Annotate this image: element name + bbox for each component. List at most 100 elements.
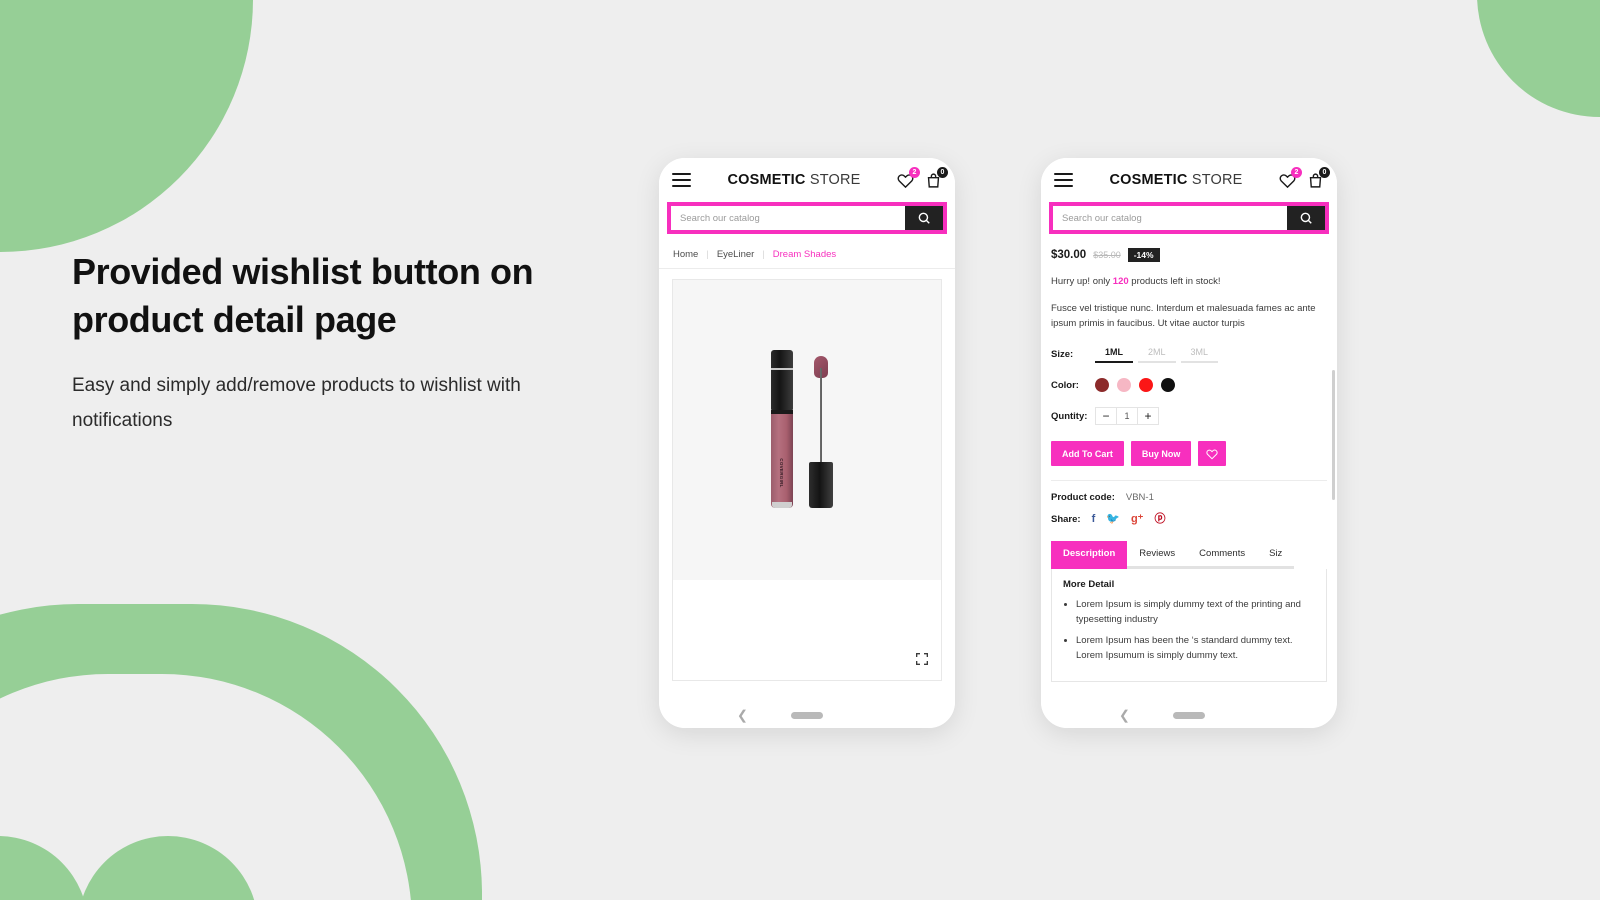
price-row: $30.00 $35.00 -14% [1051, 248, 1327, 262]
search-input[interactable] [671, 206, 905, 230]
panel-title: More Detail [1063, 579, 1115, 590]
phone2-search-area [1041, 202, 1337, 240]
facebook-icon[interactable]: f [1092, 514, 1096, 525]
page-title: Provided wishlist button on product deta… [72, 251, 534, 340]
back-icon[interactable]: ❮ [1119, 709, 1130, 722]
marketing-copy: Provided wishlist button on product deta… [72, 248, 592, 438]
size-option-1ml[interactable]: 1ML [1095, 346, 1133, 363]
product-tabs: Description Reviews Comments Siz [1051, 541, 1327, 569]
product-image[interactable]: COVERGIRL [673, 280, 941, 580]
social-links: f 🐦 g⁺ ⓟ [1092, 514, 1166, 525]
phone1-search-area [659, 202, 955, 240]
pinterest-icon[interactable]: ⓟ [1154, 514, 1165, 525]
cart-badge: 0 [1319, 166, 1330, 178]
decor-circle-top-right [1477, 0, 1600, 117]
phone1-header-icons: 2 0 [897, 166, 948, 189]
panel-bullet-list: Lorem Ipsum is simply dummy text of the … [1076, 597, 1315, 663]
color-selector: Color: [1051, 378, 1327, 392]
quantity-increment-button[interactable]: + [1138, 408, 1158, 424]
heart-icon [1206, 449, 1218, 459]
back-icon[interactable]: ❮ [737, 709, 748, 722]
size-option-2ml[interactable]: 2ML [1138, 346, 1176, 363]
color-swatch-black[interactable] [1161, 378, 1175, 392]
hamburger-icon[interactable] [1054, 173, 1073, 187]
screenshot-root: Provided wishlist button on product deta… [0, 0, 1600, 900]
breadcrumb-item-current: Dream Shades [772, 249, 837, 260]
heart-icon[interactable]: 2 [1279, 166, 1302, 189]
brand-logo[interactable]: COSMETIC STORE [1073, 172, 1279, 188]
phone1-app-header: COSMETIC STORE 2 0 [659, 158, 955, 202]
bag-icon[interactable]: 0 [925, 166, 948, 189]
wishlist-badge: 2 [909, 166, 920, 178]
brand-bold: COSMETIC [727, 172, 806, 188]
home-pill[interactable] [1173, 711, 1205, 719]
breadcrumb-item-eyeliner[interactable]: EyeLiner [717, 249, 755, 260]
share-label: Share: [1051, 514, 1081, 525]
lipstick-illustration: COVERGIRL [757, 340, 857, 520]
quantity-decrement-button[interactable]: − [1096, 408, 1116, 424]
quantity-selector: Quntity: − 1 + [1051, 407, 1327, 425]
size-label: Size: [1051, 349, 1074, 360]
breadcrumb-item-home[interactable]: Home [673, 249, 698, 260]
short-description: Fusce vel tristique nunc. Interdum et ma… [1051, 303, 1316, 329]
share-row: Share: f 🐦 g⁺ ⓟ [1051, 514, 1327, 526]
phone2-app-header: COSMETIC STORE 2 0 [1041, 158, 1337, 202]
product-code-value: VBN-1 [1125, 492, 1154, 503]
size-selector: Size: 1ML 2ML 3ML [1051, 346, 1327, 363]
decor-circle-top-left [0, 0, 253, 252]
phone2-system-nav: ❮ [1041, 702, 1337, 728]
stock-notice: Hurry up! only 120 products left in stoc… [1051, 276, 1327, 287]
brand-light: STORE [809, 172, 861, 188]
tab-panel-description: More Detail Lorem Ipsum is simply dummy … [1051, 569, 1327, 682]
add-to-wishlist-button[interactable] [1198, 441, 1227, 466]
add-to-cart-button[interactable]: Add To Cart [1051, 441, 1124, 466]
wishlist-badge: 2 [1291, 166, 1302, 178]
section-divider [1051, 480, 1327, 481]
list-item: Lorem Ipsum has been the ‘s standard dum… [1076, 633, 1315, 663]
stock-count: 120 [1112, 276, 1129, 287]
heart-icon[interactable]: 2 [897, 166, 920, 189]
search-button[interactable] [905, 206, 943, 230]
lipstick-brand-label: COVERGIRL [779, 458, 785, 488]
search-button[interactable] [1287, 206, 1325, 230]
product-code-label: Product code: [1051, 492, 1115, 503]
phone1-screen: COSMETIC STORE 2 0 Search our catalog Ho… [659, 158, 955, 702]
content-scrollbar[interactable] [1332, 370, 1335, 500]
price-original: $35.00 [1093, 250, 1121, 260]
expand-icon[interactable] [914, 651, 930, 667]
hamburger-icon[interactable] [672, 173, 691, 187]
cart-badge: 0 [937, 166, 948, 178]
breadcrumb: Home | EyeLiner | Dream Shades [659, 240, 955, 269]
quantity-label: Quntity: [1051, 410, 1088, 422]
color-swatch-pink[interactable] [1117, 378, 1131, 392]
bag-icon[interactable]: 0 [1307, 166, 1330, 189]
action-buttons: Add To Cart Buy Now [1051, 441, 1327, 466]
search-input[interactable] [1053, 206, 1287, 230]
twitter-icon[interactable]: 🐦 [1106, 514, 1120, 525]
page-subtitle: Easy and simply add/remove products to w… [72, 375, 521, 431]
stock-prefix: Hurry up! only [1051, 276, 1111, 287]
tab-comments[interactable]: Comments [1187, 541, 1258, 569]
buy-now-button[interactable]: Buy Now [1130, 441, 1192, 466]
search-bar [667, 202, 947, 234]
tab-description[interactable]: Description [1051, 541, 1128, 569]
quantity-value[interactable]: 1 [1116, 408, 1138, 424]
tab-reviews[interactable]: Reviews [1127, 541, 1188, 569]
color-swatch-red[interactable] [1139, 378, 1153, 392]
search-bar [1049, 202, 1329, 234]
tab-size[interactable]: Siz [1257, 541, 1295, 569]
discount-badge: -14% [1127, 248, 1160, 262]
home-pill[interactable] [791, 711, 823, 719]
quantity-stepper: − 1 + [1095, 407, 1159, 425]
phone2-header-icons: 2 0 [1279, 166, 1330, 189]
wand-cap [809, 462, 833, 508]
wand-stick [820, 368, 822, 468]
color-label: Color: [1051, 379, 1079, 391]
price-current: $30.00 [1051, 249, 1087, 261]
stock-suffix: products left in stock! [1131, 276, 1221, 287]
color-swatch-dark-red[interactable] [1095, 378, 1109, 392]
brand-bold: COSMETIC [1109, 172, 1188, 188]
brand-logo[interactable]: COSMETIC STORE [691, 172, 897, 188]
google-plus-icon[interactable]: g⁺ [1131, 514, 1144, 525]
size-option-3ml[interactable]: 3ML [1180, 346, 1219, 363]
